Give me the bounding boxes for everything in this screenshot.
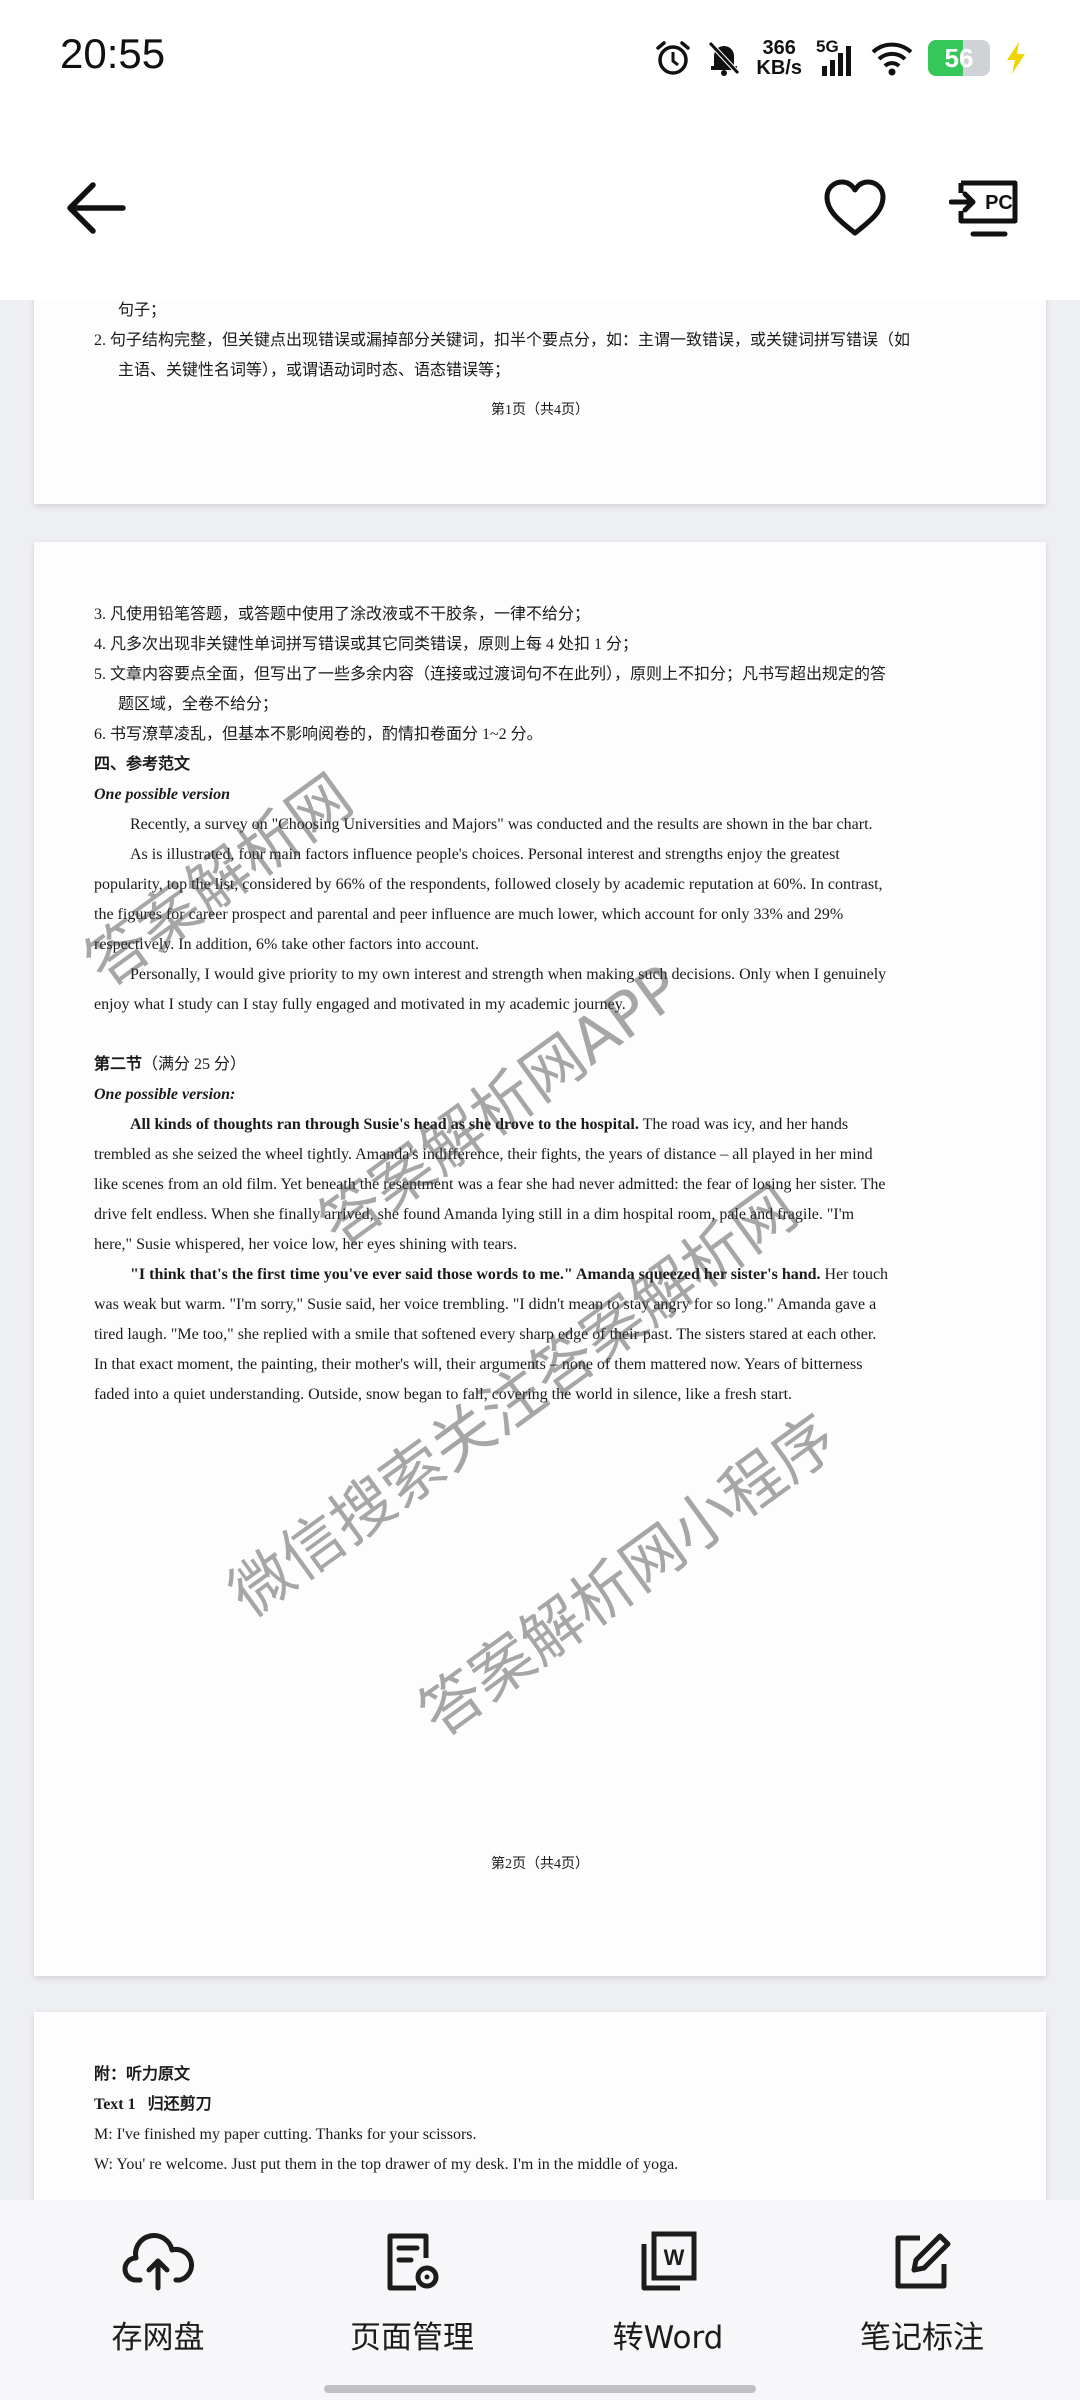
cloud-upload-icon (122, 2233, 194, 2291)
word-convert-icon: W (641, 2231, 697, 2291)
mute-bell-icon (708, 41, 741, 76)
heart-icon (824, 179, 886, 236)
text1-label: Text 1 (94, 2096, 136, 2113)
story-line: was weak but warm. "I'm sorry," Susie sa… (94, 1296, 877, 1313)
listening-line: W: You' re welcome. Just put them in the… (94, 2156, 679, 2173)
section2-title: 第二节 (94, 1056, 143, 1073)
home-indicator[interactable] (324, 2385, 756, 2393)
essay1-line: respectively. In addition, 6% take other… (94, 936, 480, 953)
story-line: here," Susie whispered, her voice low, h… (94, 1236, 518, 1253)
rule-3: 3. 凡使用铅笔答题，或答题中使用了涂改液或不干胶条，一律不给分； (94, 606, 591, 623)
net-speed-unit: KB/s (756, 57, 802, 79)
story-line: drive felt endless. When she finally arr… (94, 1206, 855, 1223)
convert-word-button[interactable]: W 转Word (568, 2230, 768, 2370)
svg-text:W: W (664, 2245, 685, 2270)
essay1-line: popularity, top the list, considered by … (94, 876, 883, 893)
page-manage-icon (387, 2233, 439, 2291)
page2-footer: 第2页（共4页） (491, 1857, 589, 1872)
favorite-button[interactable] (815, 168, 895, 248)
rule-5-cont: 题区域，全卷不给分； (118, 696, 279, 713)
appendix-title: 附：听力原文 (94, 2066, 191, 2083)
send-to-pc-button[interactable]: PC (944, 168, 1024, 248)
story-p2-first-line: "I think that's the first time you've ev… (130, 1264, 888, 1286)
note-annotate-button[interactable]: 笔记标注 (822, 2230, 1022, 2370)
essay1-line: the figures for career prospect and pare… (94, 906, 844, 923)
version-label-1: One possible version (94, 786, 230, 803)
watermark-4: 答案解析网小程序 (405, 1400, 850, 1751)
cellular-5g-icon: 5G (816, 38, 856, 78)
net-speed-value: 366 (762, 37, 796, 59)
tool-label: 存网盘 (111, 2320, 205, 2356)
charging-icon (1007, 42, 1025, 74)
back-button[interactable] (56, 168, 136, 248)
page-2: 3. 凡使用铅笔答题，或答题中使用了涂改液或不干胶条，一律不给分； 4. 凡多次… (34, 542, 1046, 1976)
page-1: 句子； 2. 句子结构完整，但关键点出现错误或漏掉部分关键词，扣半个要点分，如：… (34, 300, 1046, 504)
tool-label: 页面管理 (350, 2320, 474, 2356)
page1-line-2: 2. 句子结构完整，但关键点出现错误或漏掉部分关键词，扣半个要点分，如：主谓一致… (94, 332, 911, 349)
edit-note-icon (895, 2233, 951, 2289)
tool-label: 笔记标注 (860, 2320, 984, 2356)
text1-heading: Text 1 归还剪刀 (94, 2094, 212, 2116)
story-line: trembled as she seized the wheel tightly… (94, 1146, 873, 1163)
page-manage-button[interactable]: 页面管理 (312, 2230, 512, 2370)
essay1-line: As is illustrated, four main factors inf… (130, 846, 840, 863)
page1-line-3: 主语、关键性名词等），或谓语动词时态、语态错误等； (118, 362, 511, 379)
story-p2-rest: Her touch (820, 1266, 889, 1283)
rule-6: 6. 书写潦草凌乱，但基本不影响阅卷的，酌情扣卷面分 1~2 分。 (94, 726, 543, 743)
alarm-icon (656, 41, 691, 75)
section2-score: （满分 25 分） (142, 1056, 247, 1073)
story-line: tired laugh. "Me too," she replied with … (94, 1326, 877, 1343)
version-label-2: One possible version: (94, 1086, 236, 1103)
story-p1-first-line: All kinds of thoughts ran through Susie'… (130, 1114, 848, 1136)
section2-heading: 第二节（满分 25 分） (94, 1054, 246, 1076)
listening-line: M: I've finished my paper cutting. Thank… (94, 2126, 477, 2143)
page-3: 附：听力原文 Text 1 归还剪刀 M: I've finished my p… (34, 2012, 1046, 2200)
text1-title: 归还剪刀 (147, 2096, 212, 2113)
net-speed: 366 KB/s (756, 38, 802, 78)
status-time: 20:55 (60, 30, 166, 77)
wifi-icon (871, 42, 913, 76)
back-arrow-icon (67, 182, 126, 234)
story-p2-bold: "I think that's the first time you've ev… (130, 1266, 821, 1283)
rule-5: 5. 文章内容要点全面，但写出了一些多余内容（连接或过渡词句不在此列），原则上不… (94, 666, 887, 683)
save-to-cloud-button[interactable]: 存网盘 (58, 2230, 258, 2370)
send-to-pc-icon: PC (949, 180, 1018, 237)
page1-footer: 第1页（共4页） (491, 403, 589, 418)
document-viewer[interactable]: 句子； 2. 句子结构完整，但关键点出现错误或漏掉部分关键词，扣半个要点分，如：… (0, 300, 1080, 2200)
essay1-line: Personally, I would give priority to my … (130, 966, 887, 983)
page1-line-1: 句子； (118, 302, 167, 319)
battery-icon: 56 (928, 40, 990, 76)
story-line: like scenes from an old film. Yet beneat… (94, 1176, 886, 1193)
status-bar: 20:55 366 KB/s 5G 56 (0, 0, 1080, 110)
story-p1-rest: The road was icy, and her hands (638, 1116, 849, 1133)
bottom-toolbar: 存网盘 页面管理 W 转Word 笔记标注 (0, 2200, 1080, 2400)
tool-label: 转Word (612, 2320, 724, 2356)
essay1-line: enjoy what I study can I stay fully enga… (94, 996, 626, 1013)
pc-label: PC (985, 192, 1013, 214)
section4-title: 四、参考范文 (94, 756, 191, 773)
app-header: PC (0, 110, 1080, 300)
rule-4: 4. 凡多次出现非关键性单词拼写错误或其它同类错误，原则上每 4 处扣 1 分； (94, 636, 639, 653)
story-p1-bold: All kinds of thoughts ran through Susie'… (130, 1116, 639, 1133)
battery-level: 56 (944, 43, 974, 73)
status-icons: 366 KB/s 5G 56 (654, 30, 1028, 86)
story-line: In that exact moment, the painting, thei… (94, 1356, 863, 1373)
story-line: faded into a quiet understanding. Outsid… (94, 1386, 793, 1403)
essay1-line: Recently, a survey on "Choosing Universi… (130, 816, 873, 833)
